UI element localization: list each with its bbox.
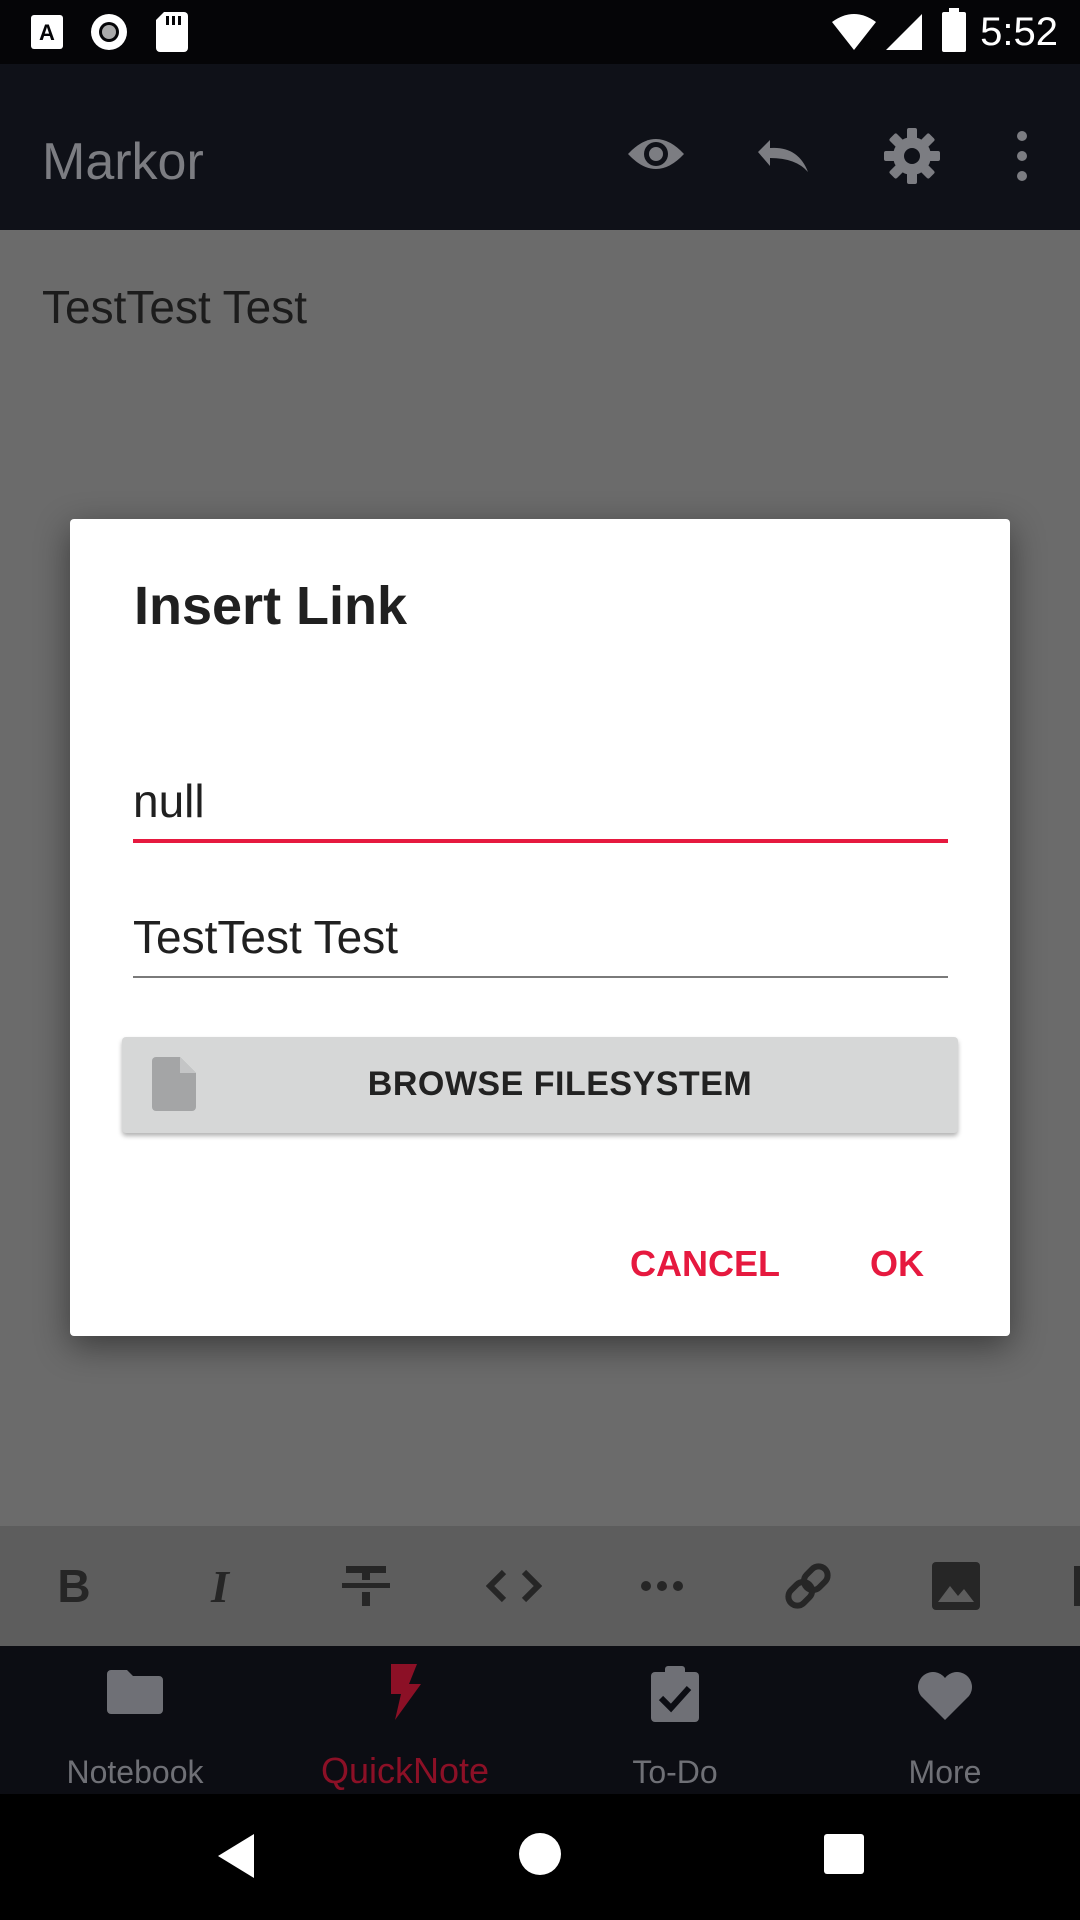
overflow-menu-icon[interactable] — [1012, 130, 1032, 182]
clipboard-check-icon — [651, 1666, 699, 1722]
format-toolbar: B I — [0, 1526, 1080, 1646]
app-title: Markor — [42, 133, 204, 191]
more-dots-icon — [641, 1581, 683, 1591]
signal-icon — [886, 14, 922, 50]
nav-quicknote[interactable]: QuickNote — [270, 1646, 540, 1794]
bold-icon: B — [57, 1564, 90, 1608]
svg-text:I: I — [210, 1564, 231, 1608]
editor-text: TestTest Test — [42, 281, 308, 333]
svg-text:B: B — [57, 1564, 90, 1608]
recents-icon[interactable] — [824, 1834, 864, 1874]
home-icon[interactable] — [518, 1832, 562, 1876]
insert-link-dialog: Insert Link null TestTest Test BROWSE FI… — [70, 519, 1010, 1336]
undo-icon[interactable] — [754, 136, 812, 176]
wifi-icon: x — [832, 14, 876, 52]
nav-more[interactable]: More — [810, 1646, 1080, 1794]
strikethrough-button[interactable] — [328, 1548, 404, 1624]
nav-notebook[interactable]: Notebook — [0, 1646, 270, 1794]
status-bar: A x 5:52 — [0, 0, 1080, 64]
bottom-navigation: Notebook QuickNote To-Do More — [0, 1646, 1080, 1794]
svg-text:x: x — [862, 37, 871, 52]
dialog-title: Insert Link — [134, 576, 408, 636]
heart-icon — [918, 1672, 972, 1720]
link-title-value: TestTest Test — [133, 911, 399, 963]
svg-text:A: A — [39, 20, 55, 45]
back-icon[interactable] — [216, 1832, 256, 1880]
ok-button[interactable]: OK — [870, 1232, 924, 1296]
browse-filesystem-button[interactable]: BROWSE FILESYSTEM — [122, 1037, 958, 1133]
font-icon: A — [31, 15, 63, 49]
nav-quicknote-label: QuickNote — [320, 1750, 490, 1791]
link-url-value: null — [133, 775, 205, 827]
strikethrough-icon — [342, 1566, 390, 1606]
link-title-input[interactable]: TestTest Test — [133, 894, 948, 978]
image-icon — [932, 1562, 980, 1610]
preview-eye-icon[interactable] — [626, 132, 686, 176]
insert-link-button[interactable] — [770, 1548, 846, 1624]
folder-icon — [107, 1670, 163, 1714]
battery-icon — [942, 8, 966, 52]
settings-gear-icon[interactable] — [884, 128, 940, 184]
nav-todo-label: To-Do — [632, 1754, 718, 1790]
code-button[interactable] — [476, 1548, 552, 1624]
lightning-icon — [391, 1664, 421, 1720]
toolbar-overflow-edge — [1074, 1566, 1080, 1606]
nav-more-label: More — [908, 1754, 982, 1790]
link-url-input[interactable]: null — [133, 754, 948, 843]
cancel-button[interactable]: CANCEL — [630, 1232, 780, 1296]
status-time: 5:52 — [980, 10, 1058, 54]
system-navigation-bar — [0, 1794, 1080, 1920]
app-bar: Markor — [0, 64, 1080, 230]
insert-image-button[interactable] — [918, 1548, 994, 1624]
record-icon — [91, 14, 127, 50]
bold-button[interactable]: B — [36, 1548, 112, 1624]
browse-filesystem-label: BROWSE FILESYSTEM — [367, 1065, 753, 1103]
italic-icon: I — [210, 1564, 231, 1608]
more-format-button[interactable] — [624, 1548, 700, 1624]
italic-button[interactable]: I — [182, 1548, 258, 1624]
link-icon — [785, 1563, 831, 1609]
sd-card-icon — [156, 12, 188, 52]
nav-todo[interactable]: To-Do — [540, 1646, 810, 1794]
code-icon — [486, 1569, 542, 1603]
nav-notebook-label: Notebook — [66, 1754, 204, 1790]
